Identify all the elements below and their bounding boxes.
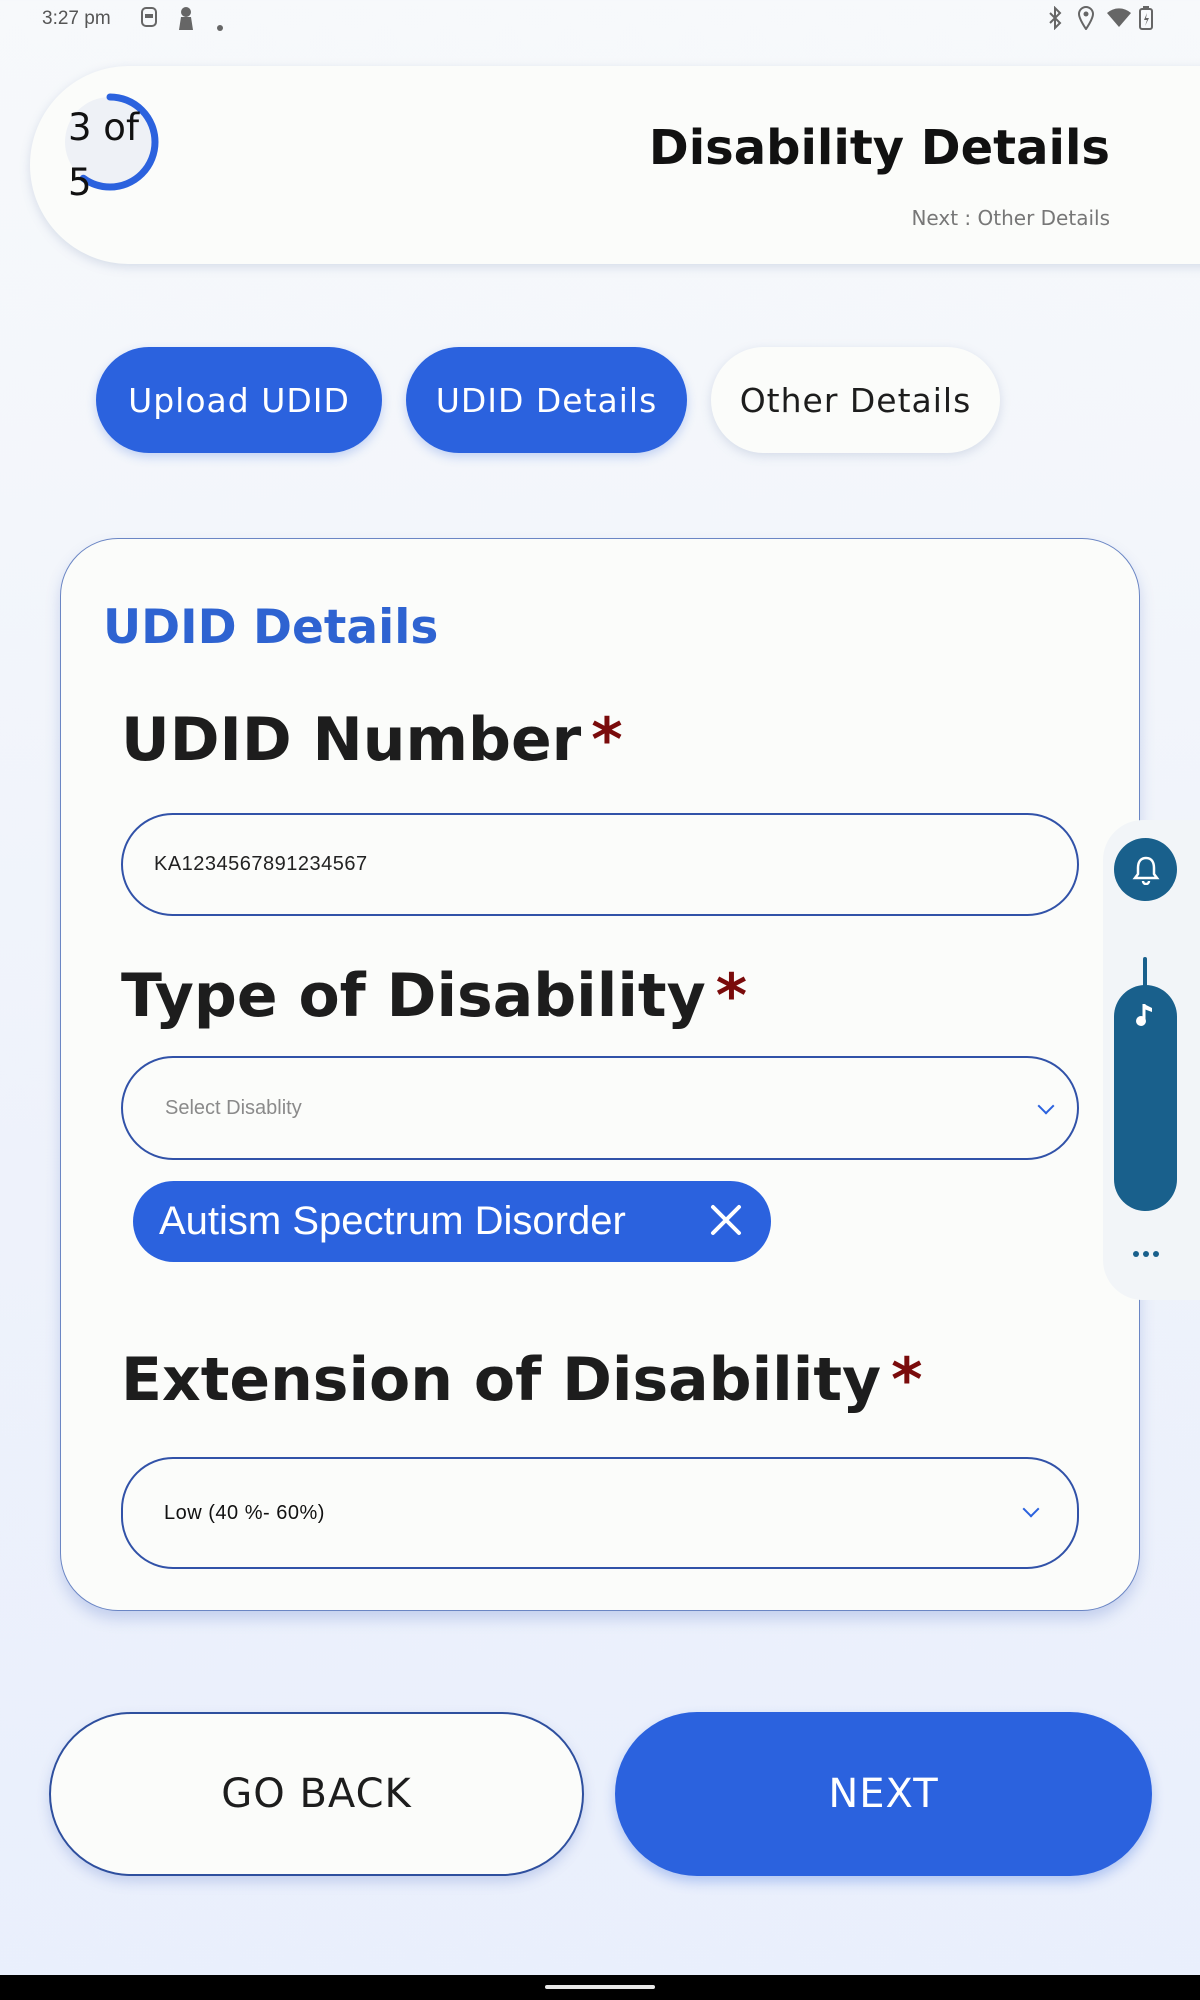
required-mark: *	[591, 705, 623, 775]
required-mark: *	[715, 961, 748, 1031]
person-icon	[177, 6, 195, 35]
required-mark: *	[891, 1345, 923, 1415]
selected-disability-chip: Autism Spectrum Disorder	[133, 1181, 771, 1262]
more-options-icon[interactable]	[1130, 1244, 1162, 1264]
step-udid-details[interactable]: UDID Details	[406, 347, 687, 453]
extension-of-disability-label: Extension of Disability *	[121, 1345, 923, 1415]
next-step-hint: Next : Other Details	[911, 206, 1110, 230]
status-time: 3:27 pm	[42, 8, 111, 29]
notification-bell-button[interactable]	[1114, 838, 1177, 901]
home-gesture-handle[interactable]	[545, 1985, 655, 1989]
udid-number-field[interactable]: KA1234567891234567	[121, 813, 1079, 916]
type-of-disability-label: Type of Disability *	[121, 961, 748, 1031]
step-other-details[interactable]: Other Details	[711, 347, 1000, 453]
chevron-down-icon	[1037, 1097, 1055, 1115]
disability-extension-select[interactable]: Low (40 %- 60%)	[121, 1457, 1079, 1569]
dot-icon	[217, 14, 223, 36]
disability-type-select[interactable]: Select Disablity	[121, 1056, 1079, 1160]
music-note-icon	[1136, 1004, 1152, 1026]
step-upload-udid[interactable]: Upload UDID	[96, 347, 382, 453]
udid-number-value: KA1234567891234567	[154, 853, 368, 875]
screen-record-icon	[139, 6, 159, 33]
page-title: Disability Details	[648, 120, 1110, 176]
volume-slider-handle[interactable]	[1143, 957, 1147, 987]
bluetooth-icon	[1047, 5, 1063, 35]
close-icon[interactable]	[701, 1195, 751, 1245]
chip-label: Autism Spectrum Disorder	[159, 1199, 626, 1243]
go-back-button[interactable]: GO BACK	[49, 1712, 584, 1876]
bell-icon	[1132, 856, 1159, 885]
chevron-down-icon	[1022, 1500, 1040, 1518]
battery-icon	[1138, 5, 1154, 36]
location-icon	[1077, 6, 1095, 35]
next-button[interactable]: NEXT	[615, 1712, 1152, 1876]
disability-extension-value: Low (40 %- 60%)	[164, 1501, 325, 1524]
progress-step-text: 3 of 5	[68, 106, 139, 204]
udid-number-label: UDID Number *	[121, 705, 623, 775]
card-title: UDID Details	[103, 600, 439, 655]
wifi-icon	[1106, 6, 1132, 33]
disability-type-placeholder: Select Disablity	[165, 1096, 302, 1119]
